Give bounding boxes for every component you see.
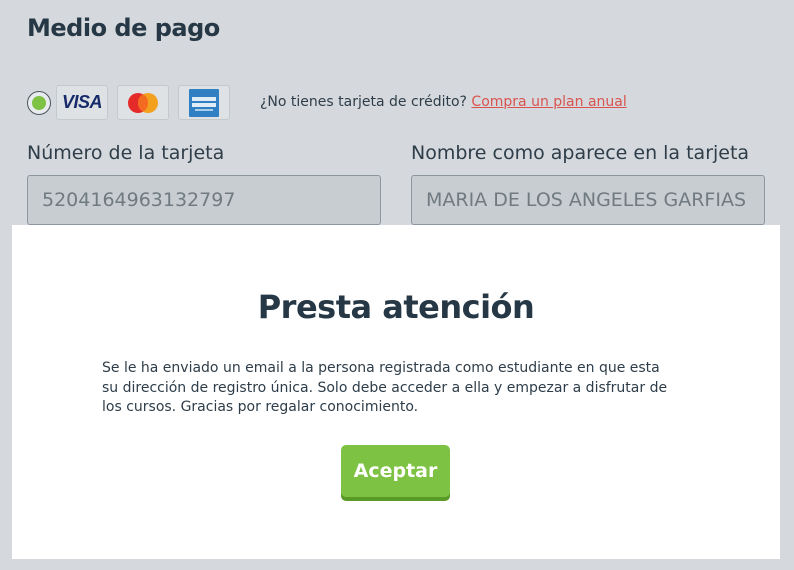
amex-svg bbox=[189, 88, 219, 117]
modal-title: Presta atención bbox=[257, 288, 535, 326]
amex-icon bbox=[178, 85, 230, 120]
card-name-input[interactable]: MARIA DE LOS ANGELES GARFIAS bbox=[411, 175, 765, 225]
no-card-prompt: ¿No tienes tarjeta de crédito? Compra un… bbox=[260, 94, 627, 110]
buy-annual-plan-link[interactable]: Compra un plan anual bbox=[471, 94, 626, 110]
no-card-text: ¿No tienes tarjeta de crédito? bbox=[260, 94, 467, 110]
card-number-input[interactable]: 5204164963132797 bbox=[27, 175, 381, 225]
mastercard-svg bbox=[128, 92, 158, 113]
mastercard-icon bbox=[117, 85, 169, 120]
visa-label: VISA bbox=[61, 92, 103, 112]
accept-button[interactable]: Aceptar bbox=[341, 445, 450, 497]
card-name-label: Nombre como aparece en la tarjeta bbox=[411, 142, 750, 164]
visa-icon: VISA bbox=[56, 85, 108, 120]
payment-method-title: Medio de pago bbox=[27, 14, 220, 42]
attention-modal: Presta atención Se le ha enviado un emai… bbox=[12, 225, 780, 559]
modal-message: Se le ha enviado un email a la persona r… bbox=[102, 360, 668, 415]
card-payment-radio[interactable] bbox=[27, 91, 51, 115]
radio-selected-icon bbox=[32, 96, 46, 110]
card-number-label: Número de la tarjeta bbox=[27, 142, 225, 164]
